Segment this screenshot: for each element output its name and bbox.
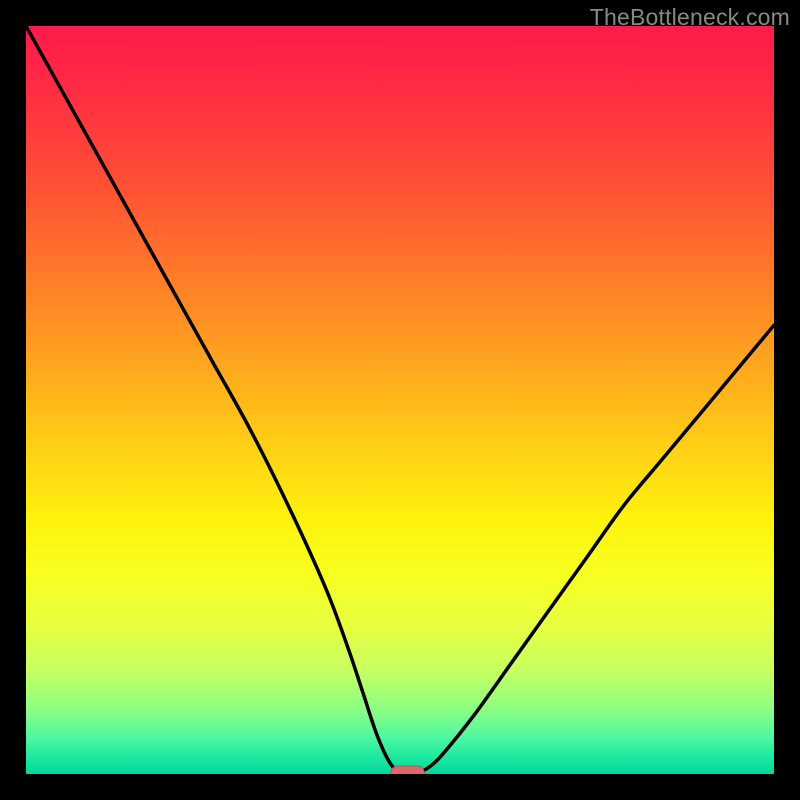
watermark-label: TheBottleneck.com	[590, 4, 790, 31]
bottleneck-curve	[26, 26, 774, 774]
plot-area	[26, 26, 774, 774]
chart-container: { "watermark": "TheBottleneck.com", "cha…	[0, 0, 800, 800]
optimum-marker	[391, 766, 425, 774]
curve-layer	[26, 26, 774, 774]
